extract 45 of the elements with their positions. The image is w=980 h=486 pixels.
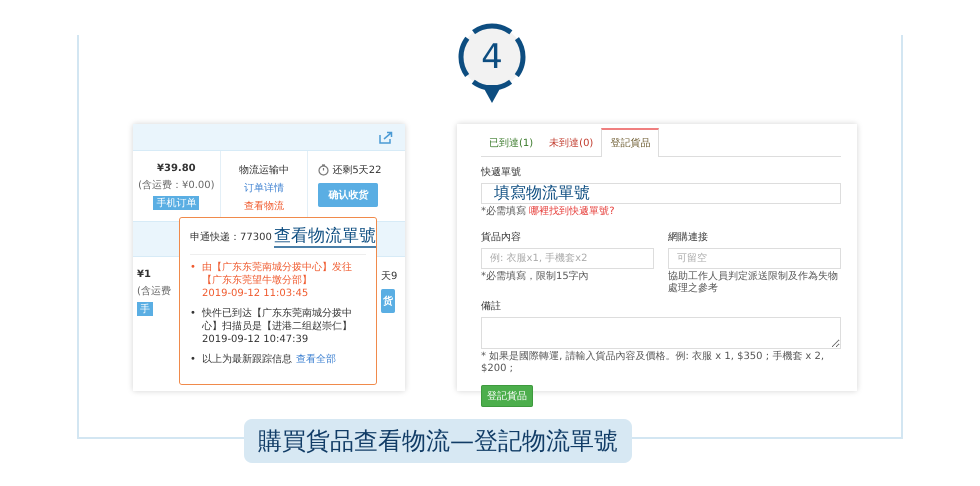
bullet: • xyxy=(190,307,197,321)
shipping-fee: (含运费 xyxy=(137,284,171,298)
mobile-order-tag: 手 xyxy=(137,302,153,316)
order-detail-link[interactable]: 订单详情 xyxy=(244,181,284,195)
countdown-text: 天9 xyxy=(381,270,398,283)
view-all-link[interactable]: 查看全部 xyxy=(296,353,336,366)
view-logistics-link[interactable]: 查看物流 xyxy=(244,199,284,213)
step-number: 4 xyxy=(480,37,504,77)
annotation-label: 填寫物流單號 xyxy=(494,183,590,204)
help-text: *必需填寫 xyxy=(481,206,526,217)
confirm-receipt-button[interactable]: 确认收货 xyxy=(318,183,378,207)
contents-field[interactable]: 例: 衣服x1, 手機套x2 xyxy=(481,248,654,269)
confirm-receipt-button[interactable]: 货 xyxy=(381,289,395,313)
field-label: 網購連接 xyxy=(668,230,709,244)
field-label: 快遞單號 xyxy=(481,166,522,179)
tracking-number-field[interactable]: 填寫物流單號 xyxy=(481,183,841,204)
bullet: • xyxy=(190,353,197,366)
share-icon[interactable] xyxy=(379,130,393,144)
pin-marker-icon xyxy=(456,21,528,105)
field-label: 貨品內容 xyxy=(481,230,522,244)
tab[interactable]: 登記貨品 xyxy=(601,128,660,157)
help-text: * 如果是國際轉運, 請輸入貨品內容及價格。例: 衣服 x 1, $350 ; 手機套 x 2, $200 ; xyxy=(481,351,826,375)
tab[interactable]: 未到達(0) xyxy=(541,128,602,156)
countdown-text: 还剩5天22 xyxy=(332,164,382,177)
tracking-footer: 以上为最新跟踪信息 xyxy=(202,353,292,366)
order-price: ¥1 xyxy=(137,269,151,280)
caption: 購買貨品查看物流—登記物流單號 xyxy=(244,419,632,463)
register-button[interactable]: 登記貨品 xyxy=(481,385,533,407)
order-price: ¥39.80 xyxy=(157,163,196,174)
order-status: 物流运输中 xyxy=(239,164,289,177)
help-text: 協助工作人員判定派送限制及作為失物處理之參考 xyxy=(668,271,839,295)
tab[interactable]: 已到達(1) xyxy=(481,128,542,156)
shipping-fee: (含运费：¥0.00) xyxy=(138,178,215,192)
link-field[interactable]: 可留空 xyxy=(668,248,841,269)
mobile-order-tag: 手机订单 xyxy=(153,196,200,210)
carrier-tracking-number: 申通快递：77300 xyxy=(190,230,272,244)
field-label: 備註 xyxy=(481,300,502,313)
bullet: • xyxy=(190,261,197,275)
help-text: *必需填寫，限制15字內 xyxy=(481,271,590,283)
stopwatch-icon xyxy=(318,164,330,176)
help-link[interactable]: 哪裡找到快遞單號? xyxy=(529,206,614,217)
tracking-event: 快件已到达【广东东莞南城分拨中心】扫描员是【进港二组赵崇仁】 2019-09-12 10:47:39 xyxy=(202,307,353,346)
annotation-label: 查看物流單號 xyxy=(274,226,376,248)
tracking-event: 由【广东东莞南城分拨中心】发往【广东东莞望牛墩分部】 2019-09-12 11:03:45 xyxy=(202,261,353,300)
remarks-field[interactable] xyxy=(481,317,841,349)
